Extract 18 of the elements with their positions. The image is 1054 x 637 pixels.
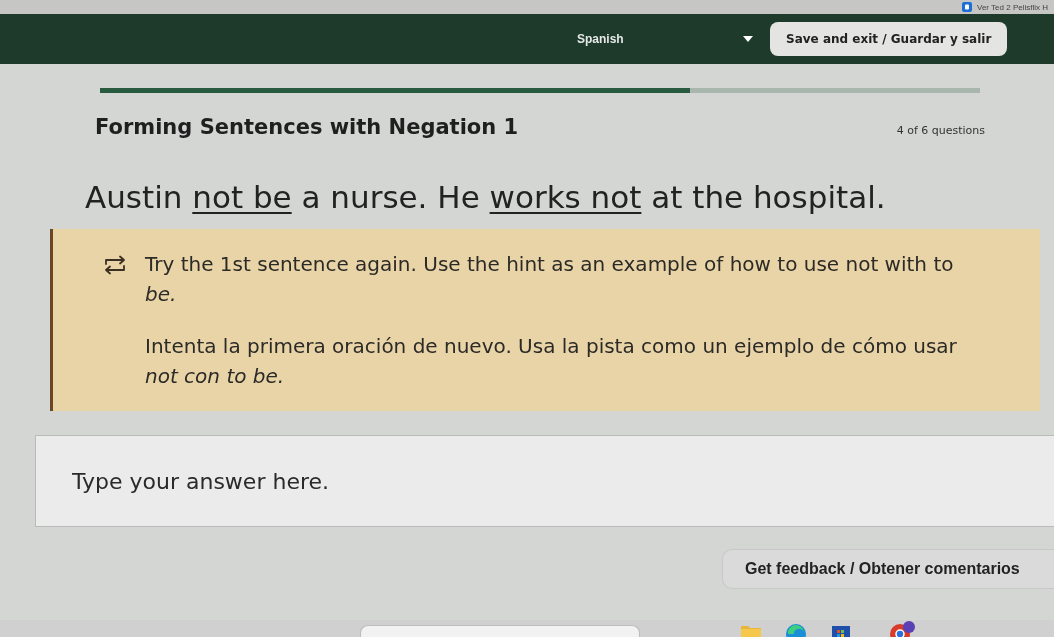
browser-tab[interactable]: Ver Ted 2 Pelisflix H [977,2,1048,12]
folder-icon[interactable] [740,623,762,637]
question-sentence: Austin not be a nurse. He works not at the hospital. [85,179,887,215]
language-dropdown[interactable]: Spanish [577,24,757,54]
save-exit-button[interactable]: Save and exit / Guardar y salir [770,22,1008,56]
site-icon [962,2,972,12]
caret-icon [743,36,753,42]
search-field[interactable] [360,625,640,637]
get-feedback-button[interactable]: Get feedback / Obtener comentarios [722,549,1054,589]
lesson-title: Forming Sentences with Negation 1 [95,115,519,139]
feedback-message: Intenta la primera oración de nuevo. Usa la pista como un ejemplo de cómo usar not con to be. [145,333,958,390]
answer-field[interactable]: Type your answer here. [35,435,1054,527]
bag-icon[interactable] [830,623,852,637]
question-counter: 4 of 6 questions [896,124,985,139]
swirl-icon[interactable] [785,623,807,637]
feedback-message: Try the 1st sentence again. Use the hint as an example of how to use not with to be. [145,251,955,308]
round-logo-icon[interactable] [890,620,916,637]
repeat-icon [103,255,127,275]
